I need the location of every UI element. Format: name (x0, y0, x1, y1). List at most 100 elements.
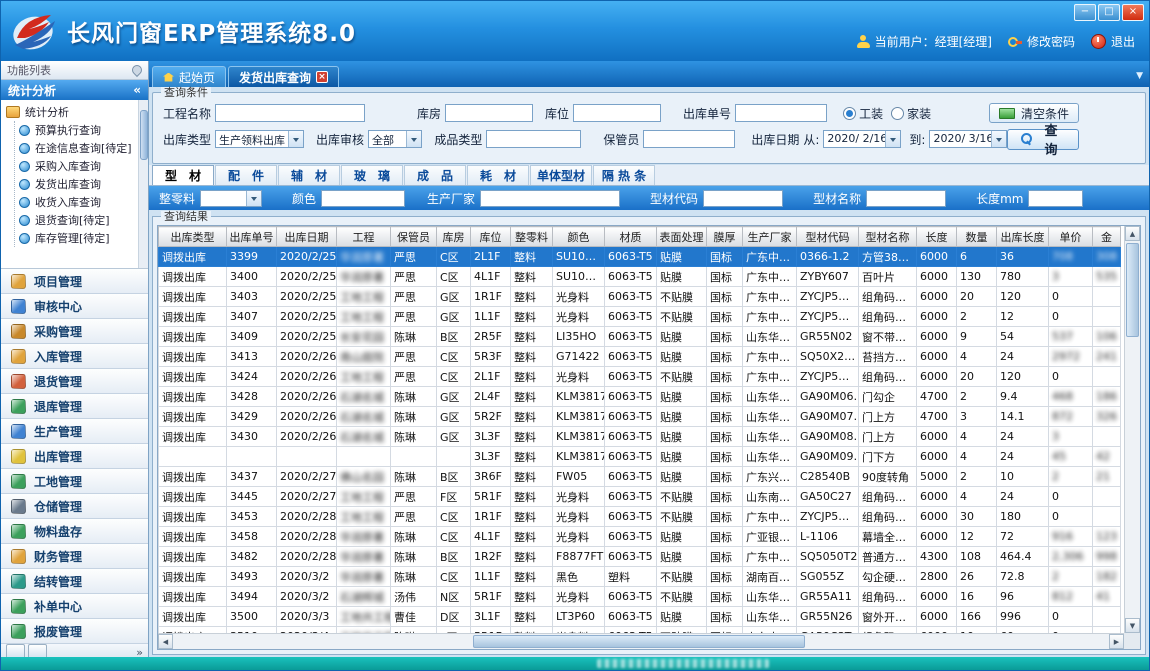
table-row[interactable]: 3L3F整料KLM38176063-T5贴膜国标山东华…GA90M09…门下方6… (159, 447, 1121, 467)
table-row[interactable]: 调拨出库34242020/2/26工地工程严思C区2L1F整料光身料6063-T… (159, 367, 1121, 387)
material-tab[interactable]: 单体型材 (530, 165, 592, 185)
keeper-input[interactable] (643, 130, 735, 148)
tab-home[interactable]: 起始页 (152, 66, 226, 87)
collapse-icon[interactable]: « (133, 83, 141, 97)
tree-item[interactable]: 收货入库查询 (19, 193, 138, 211)
clear-conditions-button[interactable]: 清空条件 (989, 103, 1079, 123)
table-row[interactable]: 调拨出库34582020/2/28华润原著陈琳C区4L1F整料光身料6063-T… (159, 527, 1121, 547)
logout-button[interactable]: 退出 (1091, 33, 1135, 50)
search-button[interactable]: 查 询 (1007, 129, 1079, 150)
product-type-input[interactable] (486, 130, 581, 148)
sidebar-accordion-item[interactable]: 退库管理 (1, 394, 148, 419)
order-no-input[interactable] (735, 104, 827, 122)
to-date-picker[interactable]: 2020/ 3/16 (929, 130, 1007, 148)
profile-code-input[interactable] (703, 190, 783, 207)
table-row[interactable]: 调拨出库34372020/2/27佛山名园陈琳B区3R6F整料FW056063-… (159, 467, 1121, 487)
length-input[interactable] (1028, 190, 1083, 207)
scroll-right-icon[interactable]: ▶ (1109, 634, 1124, 649)
column-header[interactable]: 出库长度 (997, 227, 1049, 247)
material-tab[interactable]: 成 品 (404, 165, 466, 185)
horizontal-scroll-thumb[interactable] (473, 635, 805, 648)
column-header[interactable]: 生产厂家 (743, 227, 797, 247)
sidebar-accordion-item[interactable]: 退货管理 (1, 369, 148, 394)
vertical-scroll-track[interactable] (1125, 241, 1140, 618)
sidebar-accordion-item[interactable]: 生产管理 (1, 419, 148, 444)
column-header[interactable]: 颜色 (553, 227, 605, 247)
material-tab[interactable]: 配 件 (215, 165, 277, 185)
column-header[interactable]: 出库单号 (227, 227, 277, 247)
sidebar-accordion-item[interactable]: 工地管理 (1, 469, 148, 494)
sidebar-accordion-item[interactable]: 仓储管理 (1, 494, 148, 519)
table-row[interactable]: 调拨出库34822020/2/28华润原著陈琳B区1R2F整料F8877FT60… (159, 547, 1121, 567)
tab-close-icon[interactable]: × (316, 71, 328, 83)
chevron-down-icon[interactable] (885, 131, 900, 147)
column-header[interactable]: 工程 (337, 227, 391, 247)
sidebar-section-header[interactable]: 统计分析 « (1, 80, 148, 100)
warehouse-input[interactable] (445, 104, 533, 122)
table-row[interactable]: 调拨出库34092020/2/25长安花园陈琳B区2R5F整料LI35HO606… (159, 327, 1121, 347)
audit-select[interactable]: 全部 (368, 130, 422, 148)
tree-item[interactable]: 发货出库查询 (19, 175, 138, 193)
tree-item[interactable]: 采购入库查询 (19, 157, 138, 175)
tree-root[interactable]: 统计分析 (6, 103, 138, 121)
horizontal-scroll-track[interactable] (173, 634, 1109, 649)
table-row[interactable]: 调拨出库35002020/3/3工地共工程曹佳D区3L1F整料LT3P60606… (159, 607, 1121, 627)
horizontal-scrollbar[interactable]: ◀ ▶ (158, 633, 1124, 649)
column-header[interactable]: 膜厚 (707, 227, 743, 247)
tree-item[interactable]: 库存管理[待定] (19, 229, 138, 247)
chevron-down-icon[interactable] (991, 131, 1006, 147)
column-header[interactable]: 出库日期 (277, 227, 337, 247)
tree-item[interactable]: 预算执行查询 (19, 121, 138, 139)
vertical-scroll-thumb[interactable] (1126, 243, 1139, 337)
column-header[interactable]: 出库类型 (159, 227, 227, 247)
from-date-picker[interactable]: 2020/ 2/16 (823, 130, 901, 148)
sidebar-accordion-item[interactable]: 结转管理 (1, 569, 148, 594)
pin-icon[interactable] (130, 63, 144, 77)
radio-gongzhuang[interactable]: 工装 (843, 105, 883, 122)
table-row[interactable]: 调拨出库34942020/3/2石湖辉城汤伟N区5R1F整料光身料6063-T5… (159, 587, 1121, 607)
sidebar-accordion-item[interactable]: 采购管理 (1, 319, 148, 344)
close-button[interactable]: × (1122, 4, 1144, 21)
material-tab[interactable]: 型 材 (152, 165, 214, 185)
material-tab[interactable]: 玻 璃 (341, 165, 403, 185)
sidebar-accordion-item[interactable]: 出库管理 (1, 444, 148, 469)
table-row[interactable]: 调拨出库34932020/3/2华润原著陈琳C区1L1F整料黑色塑料不贴膜国标湖… (159, 567, 1121, 587)
radio-jiazhuang[interactable]: 家装 (891, 105, 931, 122)
column-header[interactable]: 库房 (437, 227, 471, 247)
sidebar-accordion-item[interactable]: 审核中心 (1, 294, 148, 319)
sidebar-accordion-item[interactable]: 财务管理 (1, 544, 148, 569)
scroll-down-icon[interactable]: ▼ (1125, 618, 1140, 633)
column-header[interactable]: 金 (1093, 227, 1121, 247)
column-header[interactable]: 型材名称 (859, 227, 917, 247)
maximize-button[interactable]: □ (1098, 4, 1120, 21)
table-row[interactable]: 调拨出库34532020/2/28工地工程严思C区1R1F整料光身料6063-T… (159, 507, 1121, 527)
chevron-down-icon[interactable] (406, 131, 421, 147)
column-header[interactable]: 长度 (917, 227, 957, 247)
zhengling-select[interactable]: 全部 (200, 190, 262, 207)
outbound-type-select[interactable]: 生产领料出库 (215, 130, 304, 148)
material-tab[interactable]: 耗 材 (467, 165, 529, 185)
tab-list-caret-icon[interactable]: ▼ (1136, 71, 1143, 81)
current-user[interactable]: 当前用户：经理[经理] (857, 33, 992, 50)
table-row[interactable]: 调拨出库34302020/2/26石湖名城陈琳G区3L3F整料KLM381760… (159, 427, 1121, 447)
column-header[interactable]: 库位 (471, 227, 511, 247)
tree-scrollbar[interactable] (138, 100, 148, 268)
material-tab[interactable]: 隔 热 条 (593, 165, 655, 185)
minimize-button[interactable]: − (1074, 4, 1096, 21)
location-input[interactable] (573, 104, 661, 122)
table-row[interactable]: 调拨出库34032020/2/25工地工程严思G区1R1F整料光身料6063-T… (159, 287, 1121, 307)
table-row[interactable]: 调拨出库34292020/2/26石湖名城陈琳G区5R2F整料KLM381760… (159, 407, 1121, 427)
table-row[interactable]: 调拨出库34282020/2/26石湖名城陈琳G区2L4F整料KLM381760… (159, 387, 1121, 407)
table-row[interactable]: 调拨出库34002020/2/25华润原著严思C区4L1F整料SU10…6063… (159, 267, 1121, 287)
chevron-down-icon[interactable] (288, 131, 303, 147)
column-header[interactable]: 保管员 (391, 227, 437, 247)
table-row[interactable]: 调拨出库34132020/2/26南山庭院严思C区5R3F整料G71422606… (159, 347, 1121, 367)
tree-item[interactable]: 在途信息查询[待定] (19, 139, 138, 157)
project-name-input[interactable] (215, 104, 365, 122)
scroll-left-icon[interactable]: ◀ (158, 634, 173, 649)
table-row[interactable]: 调拨出库34452020/2/27工地工程严思F区5R1F整料光身料6063-T… (159, 487, 1121, 507)
column-header[interactable]: 型材代码 (797, 227, 859, 247)
manufacturer-input[interactable] (480, 190, 620, 207)
profile-name-input[interactable] (866, 190, 946, 207)
sidebar-accordion-item[interactable]: 补单中心 (1, 594, 148, 619)
